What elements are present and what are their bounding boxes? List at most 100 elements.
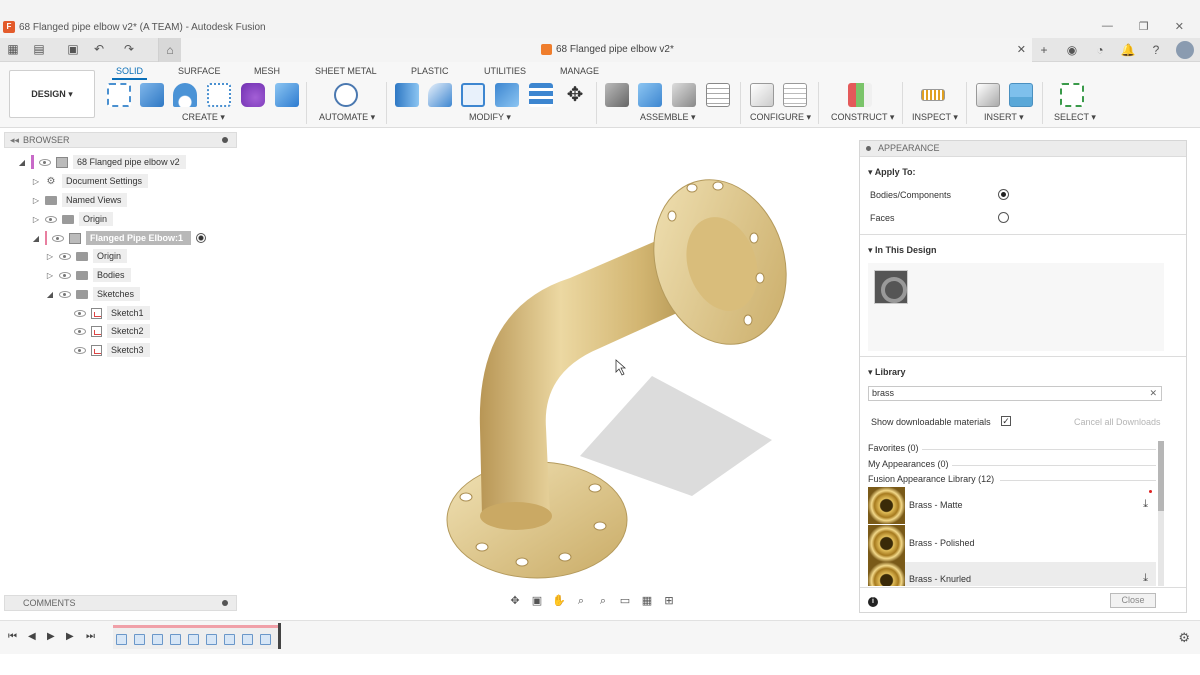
group-configure[interactable]: CONFIGURE ▾ xyxy=(750,112,811,123)
timeline-joint-feature[interactable] xyxy=(206,634,217,645)
canvas-viewport[interactable] xyxy=(240,128,856,615)
workspace-switcher[interactable]: DESIGN ▾ xyxy=(9,70,95,118)
expanded-triangle-icon[interactable]: ◢ xyxy=(32,234,40,243)
display-settings-icon[interactable]: ▭ xyxy=(618,594,632,608)
tree-item-named-views[interactable]: ▷ Named Views xyxy=(32,192,128,208)
expanded-triangle-icon[interactable]: ◢ xyxy=(46,290,54,299)
maximize-button[interactable]: ❐ xyxy=(1139,20,1149,33)
document-tab[interactable]: ⌂ 68 Flanged pipe elbow v2* ✕ xyxy=(158,38,1032,62)
in-this-design-title[interactable]: ▾ In This Design xyxy=(868,245,937,256)
measure-icon[interactable] xyxy=(921,89,945,101)
tree-item-sketches[interactable]: ◢ Sketches xyxy=(46,286,141,302)
split-body-icon[interactable] xyxy=(529,83,553,107)
shell-icon[interactable] xyxy=(461,83,485,107)
box-icon[interactable] xyxy=(275,83,299,107)
tab-sheet-metal[interactable]: SHEET METAL xyxy=(315,66,377,76)
library-item-brass-polished[interactable]: Brass - Polished xyxy=(868,524,1156,562)
file-icon[interactable]: ▤ xyxy=(32,42,46,56)
fusion-library-folder[interactable]: Fusion Appearance Library (12) xyxy=(868,474,994,484)
grid-menu-icon[interactable]: ▦ xyxy=(6,42,20,56)
activate-radio-icon[interactable] xyxy=(196,233,207,243)
visibility-eye-icon[interactable] xyxy=(59,271,71,279)
extrude-icon[interactable] xyxy=(140,83,164,107)
tree-item-sketch3[interactable]: Sketch3 xyxy=(74,342,150,358)
go-to-end-icon[interactable]: ⏭ xyxy=(86,631,95,642)
timeline-sketch-feature[interactable] xyxy=(116,634,127,645)
sweep-icon[interactable] xyxy=(207,83,231,107)
tab-plastic[interactable]: PLASTIC xyxy=(411,66,449,76)
library-scrollbar[interactable] xyxy=(1158,441,1164,586)
close-button[interactable]: Close xyxy=(1110,593,1156,608)
offset-plane-icon[interactable] xyxy=(848,83,872,107)
avatar[interactable] xyxy=(1176,41,1194,59)
timeline-sweep-feature[interactable] xyxy=(260,634,271,645)
timeline-extrude-feature[interactable] xyxy=(188,634,199,645)
as-built-joint-icon[interactable] xyxy=(672,83,696,107)
tree-item-document-settings[interactable]: ▷ ⚙ Document Settings xyxy=(32,173,149,189)
zoom-window-icon[interactable]: ⌕ xyxy=(596,594,610,608)
timeline-marker[interactable] xyxy=(278,623,281,649)
library-search-input[interactable]: brass ✕ xyxy=(868,386,1162,401)
timeline-sketch-feature[interactable] xyxy=(242,634,253,645)
favorites-folder[interactable]: Favorites (0) xyxy=(868,443,919,453)
press-pull-icon[interactable] xyxy=(395,83,419,107)
bodies-components-radio[interactable] xyxy=(998,189,1009,200)
add-comment-icon[interactable] xyxy=(222,600,228,606)
visibility-eye-icon[interactable] xyxy=(45,215,57,223)
minimize-button[interactable]: — xyxy=(1102,20,1113,33)
move-copy-icon[interactable]: ✥ xyxy=(563,83,587,107)
tab-surface[interactable]: SURFACE xyxy=(178,66,221,76)
help-icon[interactable]: ? xyxy=(1148,42,1164,58)
play-icon[interactable]: ▶ xyxy=(47,631,55,642)
tree-item-component-origin[interactable]: ▷ Origin xyxy=(46,248,128,264)
tree-item-component[interactable]: ◢ Flanged Pipe Elbow:1 xyxy=(32,230,207,246)
group-modify[interactable]: MODIFY ▾ xyxy=(469,112,511,123)
group-create[interactable]: CREATE ▾ xyxy=(182,112,225,123)
close-window-button[interactable]: ✕ xyxy=(1175,20,1184,33)
download-icon[interactable]: ⤓ xyxy=(1143,498,1148,511)
download-icon[interactable]: ⤓ xyxy=(1143,572,1148,585)
timeline-pattern-feature[interactable] xyxy=(152,634,163,645)
tree-item-sketch2[interactable]: Sketch2 xyxy=(74,323,150,339)
viewports-icon[interactable]: ⊞ xyxy=(662,594,676,608)
visibility-eye-icon[interactable] xyxy=(74,309,86,317)
timeline-extrude-feature[interactable] xyxy=(134,634,145,645)
tab-manage[interactable]: MANAGE xyxy=(560,66,599,76)
group-construct[interactable]: CONSTRUCT ▾ xyxy=(831,112,894,123)
zoom-icon[interactable]: ⌕ xyxy=(574,594,588,608)
info-icon[interactable]: i xyxy=(868,597,878,607)
revolve-icon[interactable] xyxy=(173,83,197,107)
step-back-icon[interactable]: ◀ xyxy=(28,631,36,642)
step-forward-icon[interactable]: ▶ xyxy=(66,631,74,642)
fillet-icon[interactable] xyxy=(428,83,452,107)
save-icon[interactable]: ▣ xyxy=(66,42,80,56)
tree-item-sketch1[interactable]: Sketch1 xyxy=(74,305,150,321)
visibility-eye-icon[interactable] xyxy=(59,290,71,298)
home-icon[interactable]: ⌂ xyxy=(159,38,181,62)
joint-origin-icon[interactable] xyxy=(706,83,730,107)
collapsed-triangle-icon[interactable]: ▷ xyxy=(32,177,40,186)
visibility-eye-icon[interactable] xyxy=(39,158,51,166)
tree-item-root[interactable]: ◢ 68 Flanged pipe elbow v2 xyxy=(18,154,186,170)
insert-derive-icon[interactable] xyxy=(976,83,1000,107)
group-assemble[interactable]: ASSEMBLE ▾ xyxy=(640,112,696,123)
configure-icon[interactable] xyxy=(750,83,774,107)
look-at-icon[interactable]: ▣ xyxy=(530,594,544,608)
tab-mesh[interactable]: MESH xyxy=(254,66,280,76)
faces-radio[interactable] xyxy=(998,212,1009,223)
timeline-track[interactable] xyxy=(113,625,280,649)
timeline-settings-gear-icon[interactable]: ⚙ xyxy=(1178,630,1190,646)
cancel-downloads-link[interactable]: Cancel all Downloads xyxy=(1074,417,1161,427)
form-icon[interactable] xyxy=(241,83,265,107)
undo-icon[interactable]: ↶ xyxy=(92,42,106,56)
expanded-triangle-icon[interactable]: ◢ xyxy=(18,158,26,167)
group-automate[interactable]: AUTOMATE ▾ xyxy=(319,112,375,123)
new-component-icon[interactable] xyxy=(605,83,629,107)
combine-icon[interactable] xyxy=(495,83,519,107)
my-appearances-folder[interactable]: My Appearances (0) xyxy=(868,459,949,469)
timeline-move-feature[interactable] xyxy=(224,634,235,645)
tree-item-bodies[interactable]: ▷ Bodies xyxy=(46,267,131,283)
job-status-icon[interactable]: ◔ xyxy=(1092,42,1108,58)
close-tab-icon[interactable]: ✕ xyxy=(1017,43,1026,56)
library-title[interactable]: ▾ Library xyxy=(868,367,906,378)
